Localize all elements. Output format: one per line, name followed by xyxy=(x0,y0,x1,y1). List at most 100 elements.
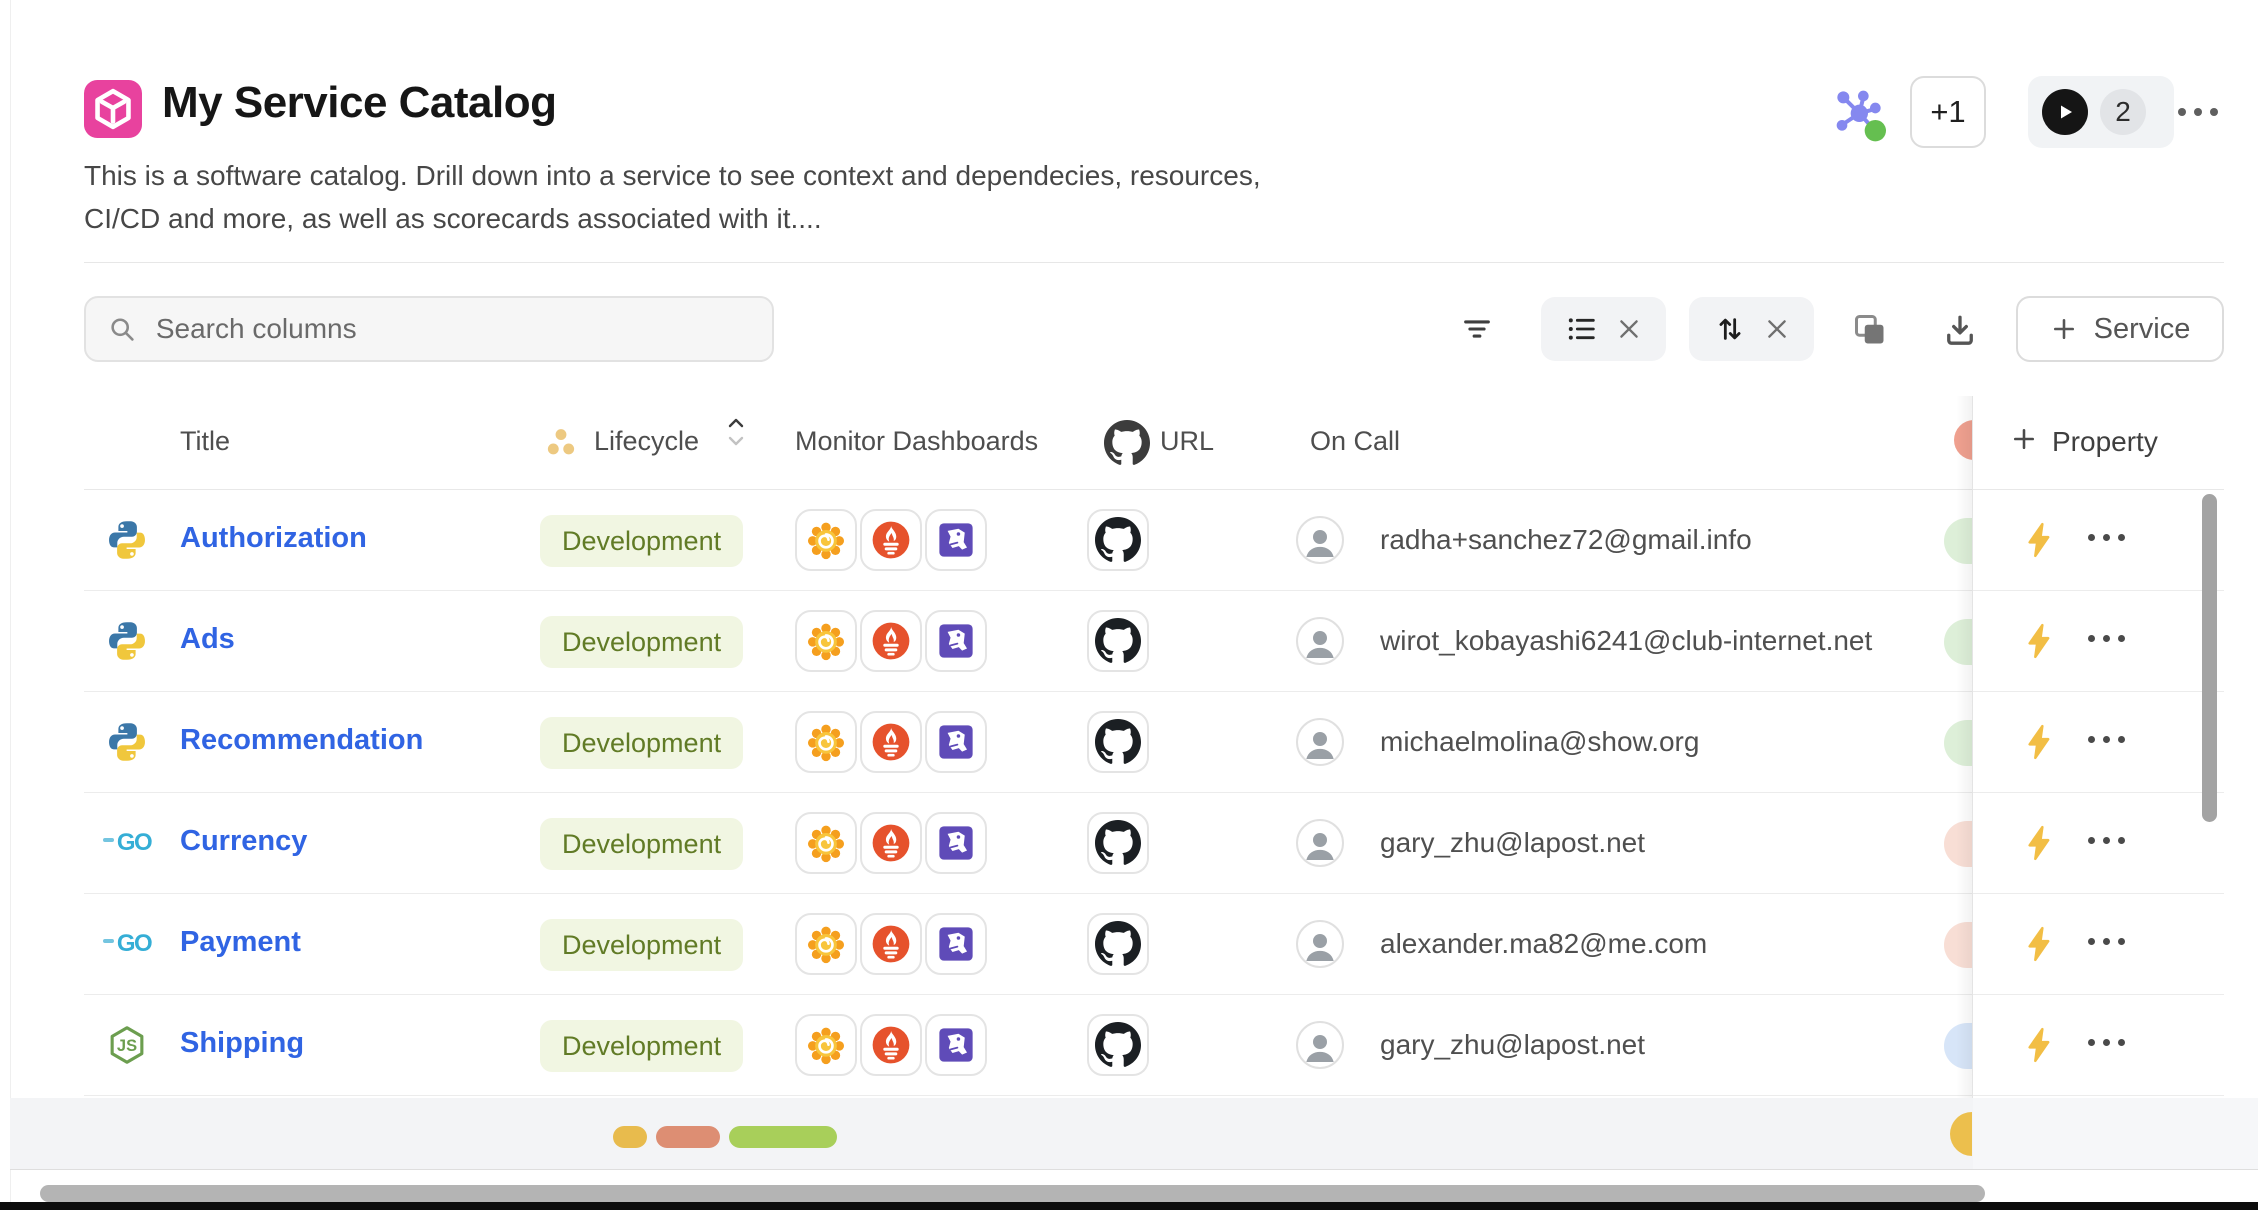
sort-indicator[interactable] xyxy=(726,416,746,448)
datadog-dashboard-button[interactable] xyxy=(925,509,987,571)
github-url-button[interactable] xyxy=(1087,610,1149,672)
sort-pill[interactable] xyxy=(1689,297,1814,361)
lifecycle-badge: Development xyxy=(540,818,743,870)
page-description-line2: CI/CD and more, as well as scorecards as… xyxy=(84,203,822,235)
pinned-column-divider xyxy=(1972,396,1973,1170)
table-row: GO Currency Development xyxy=(84,793,2224,894)
row-menu-button[interactable] xyxy=(2088,635,2125,642)
search-icon xyxy=(108,314,136,344)
lifecycle-icon xyxy=(540,422,582,464)
column-lifecycle[interactable]: Lifecycle xyxy=(594,426,699,457)
column-title[interactable]: Title xyxy=(180,426,230,457)
monitor-dashboards-cell xyxy=(795,812,987,874)
github-url-button[interactable] xyxy=(1087,812,1149,874)
on-call-email: gary_zhu@lapost.net xyxy=(1380,827,1645,859)
go-icon: GO xyxy=(105,821,149,865)
service-title-link[interactable]: Currency xyxy=(180,825,307,858)
footer-summary-pill xyxy=(729,1126,837,1148)
scorecard-bolt-icon[interactable] xyxy=(2020,520,2060,560)
service-title-link[interactable]: Shipping xyxy=(180,1027,304,1060)
monitor-dashboards-cell xyxy=(795,1014,987,1076)
python-icon xyxy=(105,518,149,562)
run-count-badge: 2 xyxy=(2100,89,2146,135)
footer-pinned-area xyxy=(1973,1098,2258,1169)
prometheus-dashboard-button[interactable] xyxy=(860,913,922,975)
close-icon[interactable] xyxy=(1616,316,1642,342)
go-icon: GO xyxy=(105,922,149,966)
scorecard-bolt-icon[interactable] xyxy=(2020,823,2060,863)
datadog-dashboard-button[interactable] xyxy=(925,812,987,874)
scorecard-bolt-icon[interactable] xyxy=(2020,1025,2060,1065)
plus-one-button[interactable]: +1 xyxy=(1910,76,1986,148)
close-icon[interactable] xyxy=(1764,316,1790,342)
page-description-line1: This is a software catalog. Drill down i… xyxy=(84,160,1261,192)
window-edge xyxy=(10,0,11,1210)
service-title-link[interactable]: Recommendation xyxy=(180,724,423,757)
copy-icon[interactable] xyxy=(1848,308,1892,352)
row-menu-button[interactable] xyxy=(2088,938,2125,945)
prometheus-dashboard-button[interactable] xyxy=(860,812,922,874)
prometheus-dashboard-button[interactable] xyxy=(860,711,922,773)
filter-icon[interactable] xyxy=(1455,307,1499,351)
pinned-column-shadow xyxy=(1956,396,1972,1170)
table-row: GO Payment Development xyxy=(84,894,2224,995)
prometheus-dashboard-button[interactable] xyxy=(860,610,922,672)
vertical-scrollbar[interactable] xyxy=(2202,494,2217,822)
datadog-dashboard-button[interactable] xyxy=(925,1014,987,1076)
service-title-link[interactable]: Authorization xyxy=(180,522,367,555)
footer-clipped-pill xyxy=(1950,1112,1972,1156)
row-menu-button[interactable] xyxy=(2088,736,2125,743)
play-icon xyxy=(2042,89,2088,135)
github-url-button[interactable] xyxy=(1087,913,1149,975)
add-service-button[interactable]: Service xyxy=(2016,296,2224,362)
avatar xyxy=(1296,516,1344,564)
row-menu-button[interactable] xyxy=(2088,534,2125,541)
search-columns-box xyxy=(84,296,774,362)
row-menu-button[interactable] xyxy=(2088,837,2125,844)
search-input[interactable] xyxy=(154,312,750,346)
monitor-dashboards-cell xyxy=(795,711,987,773)
service-title-link[interactable]: Payment xyxy=(180,926,301,959)
scorecard-bolt-icon[interactable] xyxy=(2020,722,2060,762)
service-title-link[interactable]: Ads xyxy=(180,623,235,656)
column-on-call[interactable]: On Call xyxy=(1310,426,1400,457)
add-property-label[interactable]: Property xyxy=(2052,426,2158,458)
grafana-dashboard-button[interactable] xyxy=(795,509,857,571)
grafana-dashboard-button[interactable] xyxy=(795,610,857,672)
table-body: Authorization Development xyxy=(84,490,2224,1096)
grafana-dashboard-button[interactable] xyxy=(795,711,857,773)
page-menu-button[interactable] xyxy=(2178,108,2218,116)
datadog-dashboard-button[interactable] xyxy=(925,913,987,975)
prometheus-dashboard-button[interactable] xyxy=(860,509,922,571)
python-icon xyxy=(105,619,149,663)
group-by-pill[interactable] xyxy=(1541,297,1666,361)
column-monitor-dashboards[interactable]: Monitor Dashboards xyxy=(795,426,1038,457)
grafana-dashboard-button[interactable] xyxy=(795,913,857,975)
github-url-button[interactable] xyxy=(1087,509,1149,571)
download-icon[interactable] xyxy=(1938,308,1982,352)
datadog-dashboard-button[interactable] xyxy=(925,711,987,773)
horizontal-scrollbar[interactable] xyxy=(40,1185,1985,1202)
scorecard-bolt-icon[interactable] xyxy=(2020,621,2060,661)
scorecard-bolt-icon[interactable] xyxy=(2020,924,2060,964)
row-menu-button[interactable] xyxy=(2088,1039,2125,1046)
port-logo-icon xyxy=(84,80,142,138)
table-header: Title Lifecycle Monitor Dashboards URL O… xyxy=(84,396,2224,490)
service-catalog-page: My Service Catalog This is a software ca… xyxy=(0,0,2258,1210)
table-row: JS Shipping Development xyxy=(84,995,2224,1096)
sort-arrows-icon xyxy=(1714,313,1746,345)
grafana-dashboard-button[interactable] xyxy=(795,812,857,874)
add-property-button[interactable] xyxy=(2010,424,2038,455)
avatar xyxy=(1296,1021,1344,1069)
github-url-button[interactable] xyxy=(1087,711,1149,773)
github-url-button[interactable] xyxy=(1087,1014,1149,1076)
github-icon xyxy=(1104,420,1150,466)
column-url[interactable]: URL xyxy=(1160,426,1214,457)
on-call-email: radha+sanchez72@gmail.info xyxy=(1380,524,1752,556)
graph-view-icon[interactable] xyxy=(1830,84,1894,148)
grafana-dashboard-button[interactable] xyxy=(795,1014,857,1076)
datadog-dashboard-button[interactable] xyxy=(925,610,987,672)
runs-button[interactable]: 2 xyxy=(2028,76,2174,148)
prometheus-dashboard-button[interactable] xyxy=(860,1014,922,1076)
avatar xyxy=(1296,920,1344,968)
